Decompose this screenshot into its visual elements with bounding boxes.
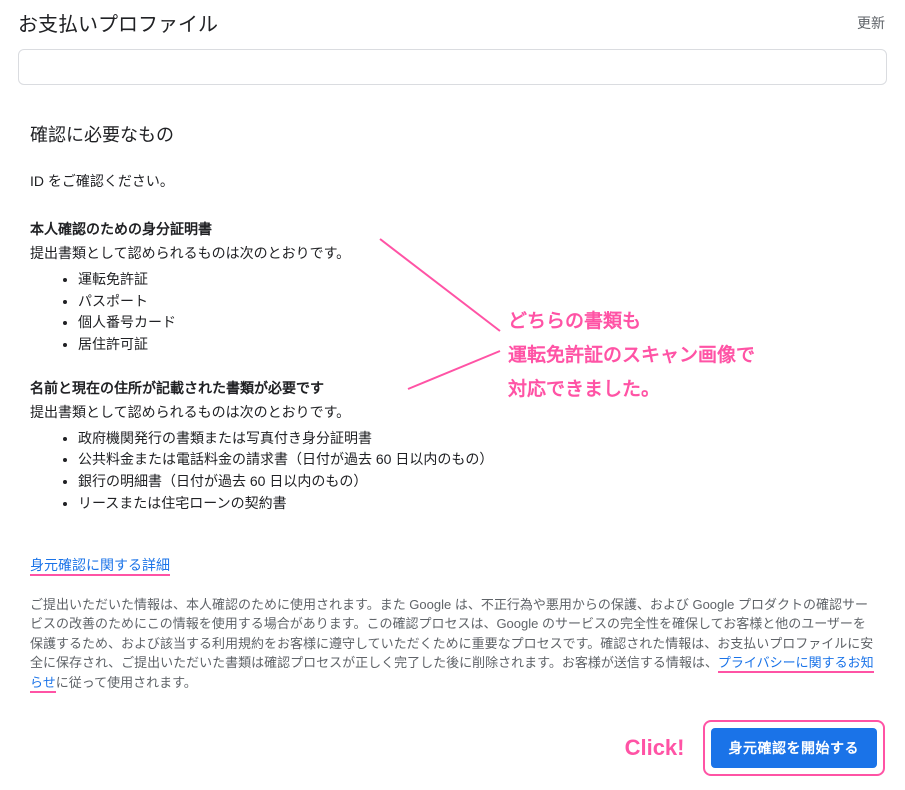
disclaimer-text: ご提出いただいた情報は、本人確認のために使用されます。また Google は、不… [30, 595, 875, 693]
list-item: リースまたは住宅ローンの契約書 [78, 493, 875, 515]
list-item: 政府機関発行の書類または写真付き身分証明書 [78, 428, 875, 450]
address-docs-desc: 提出書類として認められるものは次のとおりです。 [30, 402, 875, 422]
identity-details-link[interactable]: 身元確認に関する詳細 [30, 555, 170, 575]
update-link[interactable]: 更新 [857, 13, 885, 33]
id-docs-desc: 提出書類として認められるものは次のとおりです。 [30, 243, 875, 263]
address-docs-list: 政府機関発行の書類または写真付き身分証明書 公共料金または電話料金の請求書（日付… [30, 428, 875, 515]
list-item: パスポート [78, 291, 875, 313]
disclaimer-part2: に従って使用されます。 [56, 675, 197, 690]
identity-details-text: 身元確認に関する詳細 [30, 557, 170, 576]
list-item: 居住許可証 [78, 334, 875, 356]
list-item: 個人番号カード [78, 312, 875, 334]
start-verification-button[interactable]: 身元確認を開始する [711, 728, 878, 768]
profile-card-placeholder [18, 49, 887, 85]
id-docs-heading: 本人確認のための身分証明書 [30, 219, 875, 239]
list-item: 運転免許証 [78, 269, 875, 291]
list-item: 公共料金または電話料金の請求書（日付が過去 60 日以内のもの） [78, 449, 875, 471]
id-docs-list: 運転免許証 パスポート 個人番号カード 居住許可証 [30, 269, 875, 356]
page-title: お支払いプロファイル [18, 8, 218, 37]
list-item: 銀行の明細書（日付が過去 60 日以内のもの） [78, 471, 875, 493]
start-button-highlight: 身元確認を開始する [703, 720, 886, 776]
instruction-text: ID をご確認ください。 [30, 171, 875, 191]
section-heading: 確認に必要なもの [30, 121, 875, 147]
click-annotation: Click! [625, 735, 685, 761]
address-docs-heading: 名前と現在の住所が記載された書類が必要です [30, 378, 875, 398]
